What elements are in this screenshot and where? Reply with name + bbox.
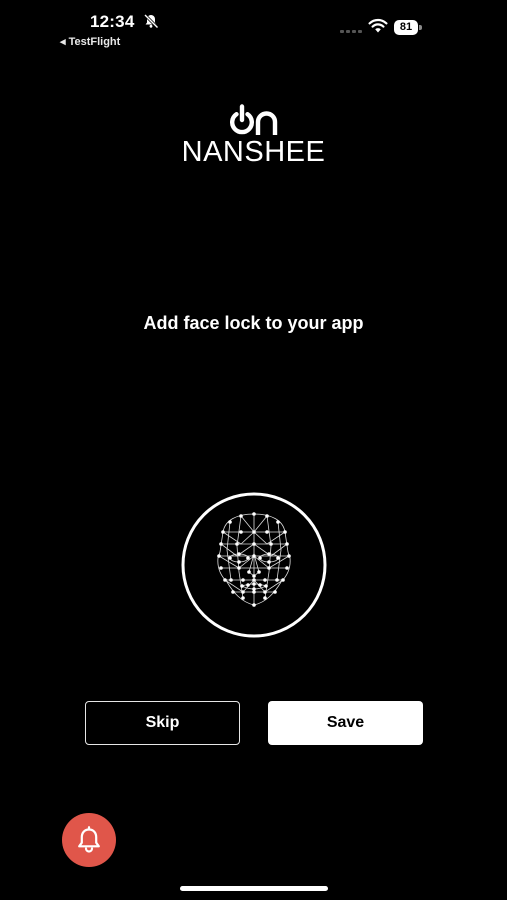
bell-icon [78, 826, 100, 853]
power-on-logo [230, 104, 278, 135]
home-indicator[interactable] [180, 886, 328, 891]
skip-button[interactable]: Skip [85, 701, 240, 745]
battery-indicator: 81 [394, 20, 422, 35]
wifi-icon [368, 18, 388, 33]
bell-slash-icon [143, 13, 159, 29]
brand-name: NANSHEE [181, 136, 326, 168]
cellular-signal-icon [340, 30, 362, 33]
notification-button[interactable] [62, 813, 116, 867]
back-to-testflight-link[interactable]: ◂ TestFlight [60, 35, 120, 48]
status-time: 12:34 [90, 12, 135, 31]
save-button[interactable]: Save [268, 701, 423, 745]
battery-level: 81 [394, 20, 418, 35]
face-mesh-icon [181, 492, 327, 638]
page-headline: Add face lock to your app [143, 313, 364, 333]
